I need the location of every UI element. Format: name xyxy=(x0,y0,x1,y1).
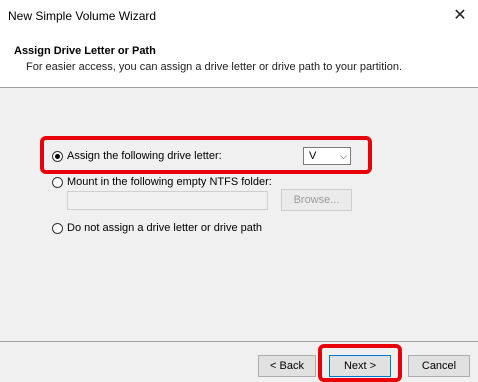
footer-divider xyxy=(0,341,478,342)
browse-button: Browse... xyxy=(281,189,352,211)
back-button[interactable]: < Back xyxy=(258,355,316,377)
radio-no-letter[interactable] xyxy=(52,222,63,234)
option-no-letter[interactable]: Do not assign a drive letter or drive pa… xyxy=(52,222,262,234)
option-mount-folder[interactable]: Mount in the following empty NTFS folder… xyxy=(52,176,272,188)
window-title: New Simple Volume Wizard xyxy=(8,9,157,23)
folder-path-field xyxy=(67,191,268,210)
drive-letter-select[interactable]: V ⌵ xyxy=(303,147,351,165)
wizard-header: Assign Drive Letter or Path For easier a… xyxy=(0,30,478,88)
chevron-down-icon: ⌵ xyxy=(340,150,347,161)
cancel-button[interactable]: Cancel xyxy=(408,355,470,377)
next-button[interactable]: Next > xyxy=(329,355,391,377)
page-title: Assign Drive Letter or Path xyxy=(14,45,156,57)
page-subtitle: For easier access, you can assign a driv… xyxy=(26,61,403,73)
drive-letter-value: V xyxy=(309,150,317,162)
close-icon[interactable]: ✕ xyxy=(442,0,478,30)
option-assign-letter-label: Assign the following drive letter: xyxy=(67,150,222,162)
radio-assign-letter[interactable] xyxy=(52,150,63,162)
wizard-window: New Simple Volume Wizard ✕ Assign Drive … xyxy=(0,0,478,382)
radio-mount-folder[interactable] xyxy=(52,176,63,188)
option-assign-letter[interactable]: Assign the following drive letter: xyxy=(52,150,222,162)
option-mount-folder-label: Mount in the following empty NTFS folder… xyxy=(67,176,272,188)
option-no-letter-label: Do not assign a drive letter or drive pa… xyxy=(67,222,263,234)
title-bar: New Simple Volume Wizard ✕ xyxy=(0,0,478,30)
